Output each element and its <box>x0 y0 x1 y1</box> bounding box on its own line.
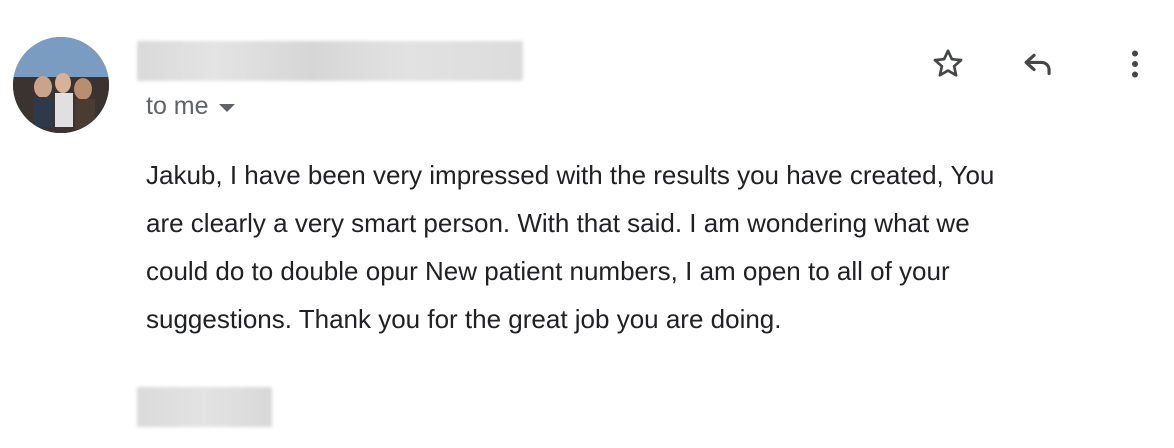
recipient-label: to me <box>146 92 209 120</box>
redacted-signature <box>137 387 272 427</box>
message-body: Jakub, I have been very impressed with t… <box>146 160 995 334</box>
reply-button[interactable] <box>1014 40 1062 88</box>
more-options-button[interactable] <box>1111 40 1159 88</box>
redacted-sender-name <box>137 41 523 81</box>
star-icon <box>933 49 963 77</box>
reply-icon <box>1024 53 1051 76</box>
more-vertical-icon <box>1132 50 1138 78</box>
star-button[interactable] <box>924 40 972 88</box>
chevron-down-icon <box>218 104 235 112</box>
recipient-details-toggle[interactable]: to me <box>146 92 235 121</box>
sender-avatar[interactable] <box>13 37 109 133</box>
